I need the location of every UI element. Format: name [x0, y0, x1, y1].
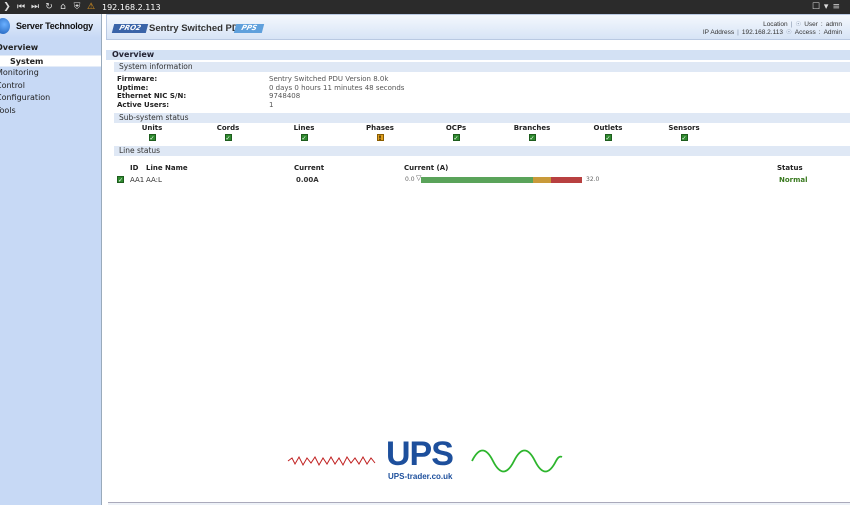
- subsystem-label-cords: Cords: [216, 123, 240, 132]
- active-users-value: 1: [269, 101, 274, 110]
- table-row[interactable]: ✓ AA1 AA:L 0.00A 0.0 ▽ 32.0 Normal: [106, 174, 850, 186]
- main-content: PRO2 Sentry Switched PDU PPS Location | ☉…: [106, 14, 850, 505]
- skip-forward-icon[interactable]: ⏭: [28, 0, 42, 14]
- check-icon[interactable]: ✓: [300, 134, 308, 142]
- col-line-name: Line Name: [146, 163, 188, 172]
- user-label: User: [804, 21, 818, 28]
- nic-sn-label: Ethernet NIC S/N:: [117, 92, 187, 101]
- line-current: 0.00A: [296, 175, 319, 184]
- access-value: Admin: [823, 29, 842, 36]
- subsystem-label-ocps: OCPs: [445, 123, 467, 132]
- skip-back-icon[interactable]: ⏮: [14, 0, 28, 14]
- firmware-value: Sentry Switched PDU Version 8.0k: [269, 75, 389, 83]
- logo-domain: UPS-trader.co.uk: [388, 472, 453, 481]
- page-header: PRO2 Sentry Switched PDU PPS Location | ☉…: [106, 14, 850, 40]
- home-icon[interactable]: ⌂: [56, 0, 70, 14]
- line-name: AA:L: [146, 175, 162, 184]
- line-id: AA1: [130, 175, 145, 184]
- info-row: Uptime: 0 days 0 hours 11 minutes 48 sec…: [117, 84, 850, 93]
- line-status: Normal: [779, 175, 808, 184]
- product-title: Sentry Switched PDU: [149, 23, 246, 34]
- system-info: Firmware: Sentry Switched PDU Version 8.…: [117, 75, 850, 110]
- sidebar: Server Technology Overview System Monito…: [0, 14, 102, 505]
- pro2-badge: PRO2: [111, 24, 149, 33]
- check-icon[interactable]: ✓: [117, 175, 124, 184]
- bar-min: 0.0: [405, 175, 415, 183]
- sidebar-nav: Overview System Monitoring Control Confi…: [0, 42, 101, 117]
- subsystem-label-outlets: Outlets: [593, 123, 623, 132]
- nic-sn-value: 9748408: [269, 92, 301, 101]
- browser-toolbar: ❯ ⏮ ⏭ ↻ ⌂ ⛨ ⚠ 192.168.2.113 ☐ ▾ ≡: [0, 0, 850, 14]
- url-bar[interactable]: 192.168.2.113: [102, 3, 161, 12]
- sidebar-item-monitoring[interactable]: Monitoring: [0, 67, 101, 80]
- col-id: ID: [130, 163, 139, 172]
- sidebar-item-tools[interactable]: Tools: [0, 105, 101, 118]
- col-status: Status: [777, 163, 803, 172]
- subsystem-label-units: Units: [141, 123, 163, 132]
- line-table-header: ID Line Name Current Current (A) Status: [106, 162, 850, 174]
- check-icon[interactable]: ✓: [528, 134, 536, 142]
- sidebar-item-system[interactable]: System: [0, 54, 101, 67]
- logo-text: UPS: [386, 435, 454, 473]
- ups-trader-logo: UPS UPS-trader.co.uk: [286, 435, 566, 484]
- info-row: Firmware: Sentry Switched PDU Version 8.…: [117, 75, 850, 84]
- uptime-value: 0 days 0 hours 11 minutes 48 seconds: [269, 83, 405, 92]
- info-row: Ethernet NIC S/N: 9748408: [117, 92, 850, 101]
- subsystem-label-sensors: Sensors: [668, 123, 700, 132]
- warning-icon[interactable]: !: [376, 134, 384, 142]
- firmware-label: Firmware:: [117, 75, 158, 83]
- location-label: Location: [763, 21, 788, 28]
- subsystem-header: Units Cords Lines Phases OCPs Branches O…: [114, 124, 850, 133]
- system-info-title: System information: [114, 62, 850, 72]
- access-label: Access: [794, 29, 816, 36]
- subsystem-label-lines: Lines: [293, 123, 315, 132]
- warning-icon[interactable]: ⚠: [84, 0, 98, 14]
- current-bar: [421, 176, 582, 183]
- sidebar-item-control[interactable]: Control: [0, 80, 101, 93]
- col-current-a: Current (A): [404, 163, 449, 172]
- shield-icon[interactable]: ⛨: [70, 0, 84, 14]
- dropdown-icon[interactable]: ▾: [824, 2, 829, 12]
- subsystem-label-phases: Phases: [366, 123, 394, 132]
- check-icon[interactable]: ✓: [604, 134, 612, 142]
- subsystem-icons: ✓ ✓ ✓ ! ✓ ✓ ✓ ✓: [114, 133, 850, 143]
- subsystem-title: Sub-system status: [114, 112, 850, 123]
- subsystem-status: Units Cords Lines Phases OCPs Branches O…: [106, 124, 850, 143]
- bookmark-icon[interactable]: ☐: [812, 2, 820, 12]
- menu-icon[interactable]: ≡: [832, 2, 840, 12]
- info-row: Active Users: 1: [117, 101, 850, 110]
- reload-icon[interactable]: ↻: [42, 0, 56, 14]
- check-icon[interactable]: ✓: [680, 134, 688, 142]
- brand-name: Server Technology: [16, 21, 93, 31]
- line-status-title: Line status: [114, 145, 850, 156]
- brand: Server Technology: [0, 14, 101, 38]
- check-icon[interactable]: ✓: [148, 134, 156, 142]
- active-users-label: Active Users:: [117, 101, 170, 110]
- subsystem-label-branches: Branches: [513, 123, 551, 132]
- check-icon[interactable]: ✓: [224, 134, 232, 142]
- sidebar-item-overview[interactable]: Overview: [0, 42, 101, 55]
- ip-label: IP Address: [702, 29, 735, 36]
- globe-icon: [0, 18, 10, 34]
- col-current: Current: [294, 163, 325, 172]
- ip-value: 192.168.2.113: [741, 29, 783, 36]
- bar-max: 32.0: [586, 175, 600, 183]
- uptime-label: Uptime:: [117, 83, 149, 92]
- check-icon[interactable]: ✓: [452, 134, 460, 142]
- user-value: admn: [825, 21, 842, 28]
- panel-title: Overview: [106, 50, 850, 60]
- forward-icon[interactable]: ❯: [0, 0, 14, 14]
- session-info: Location | ☉ User : admn IP Address | 192…: [702, 21, 842, 36]
- pps-badge: PPS: [233, 24, 265, 33]
- sidebar-item-configuration[interactable]: Configuration: [0, 92, 101, 105]
